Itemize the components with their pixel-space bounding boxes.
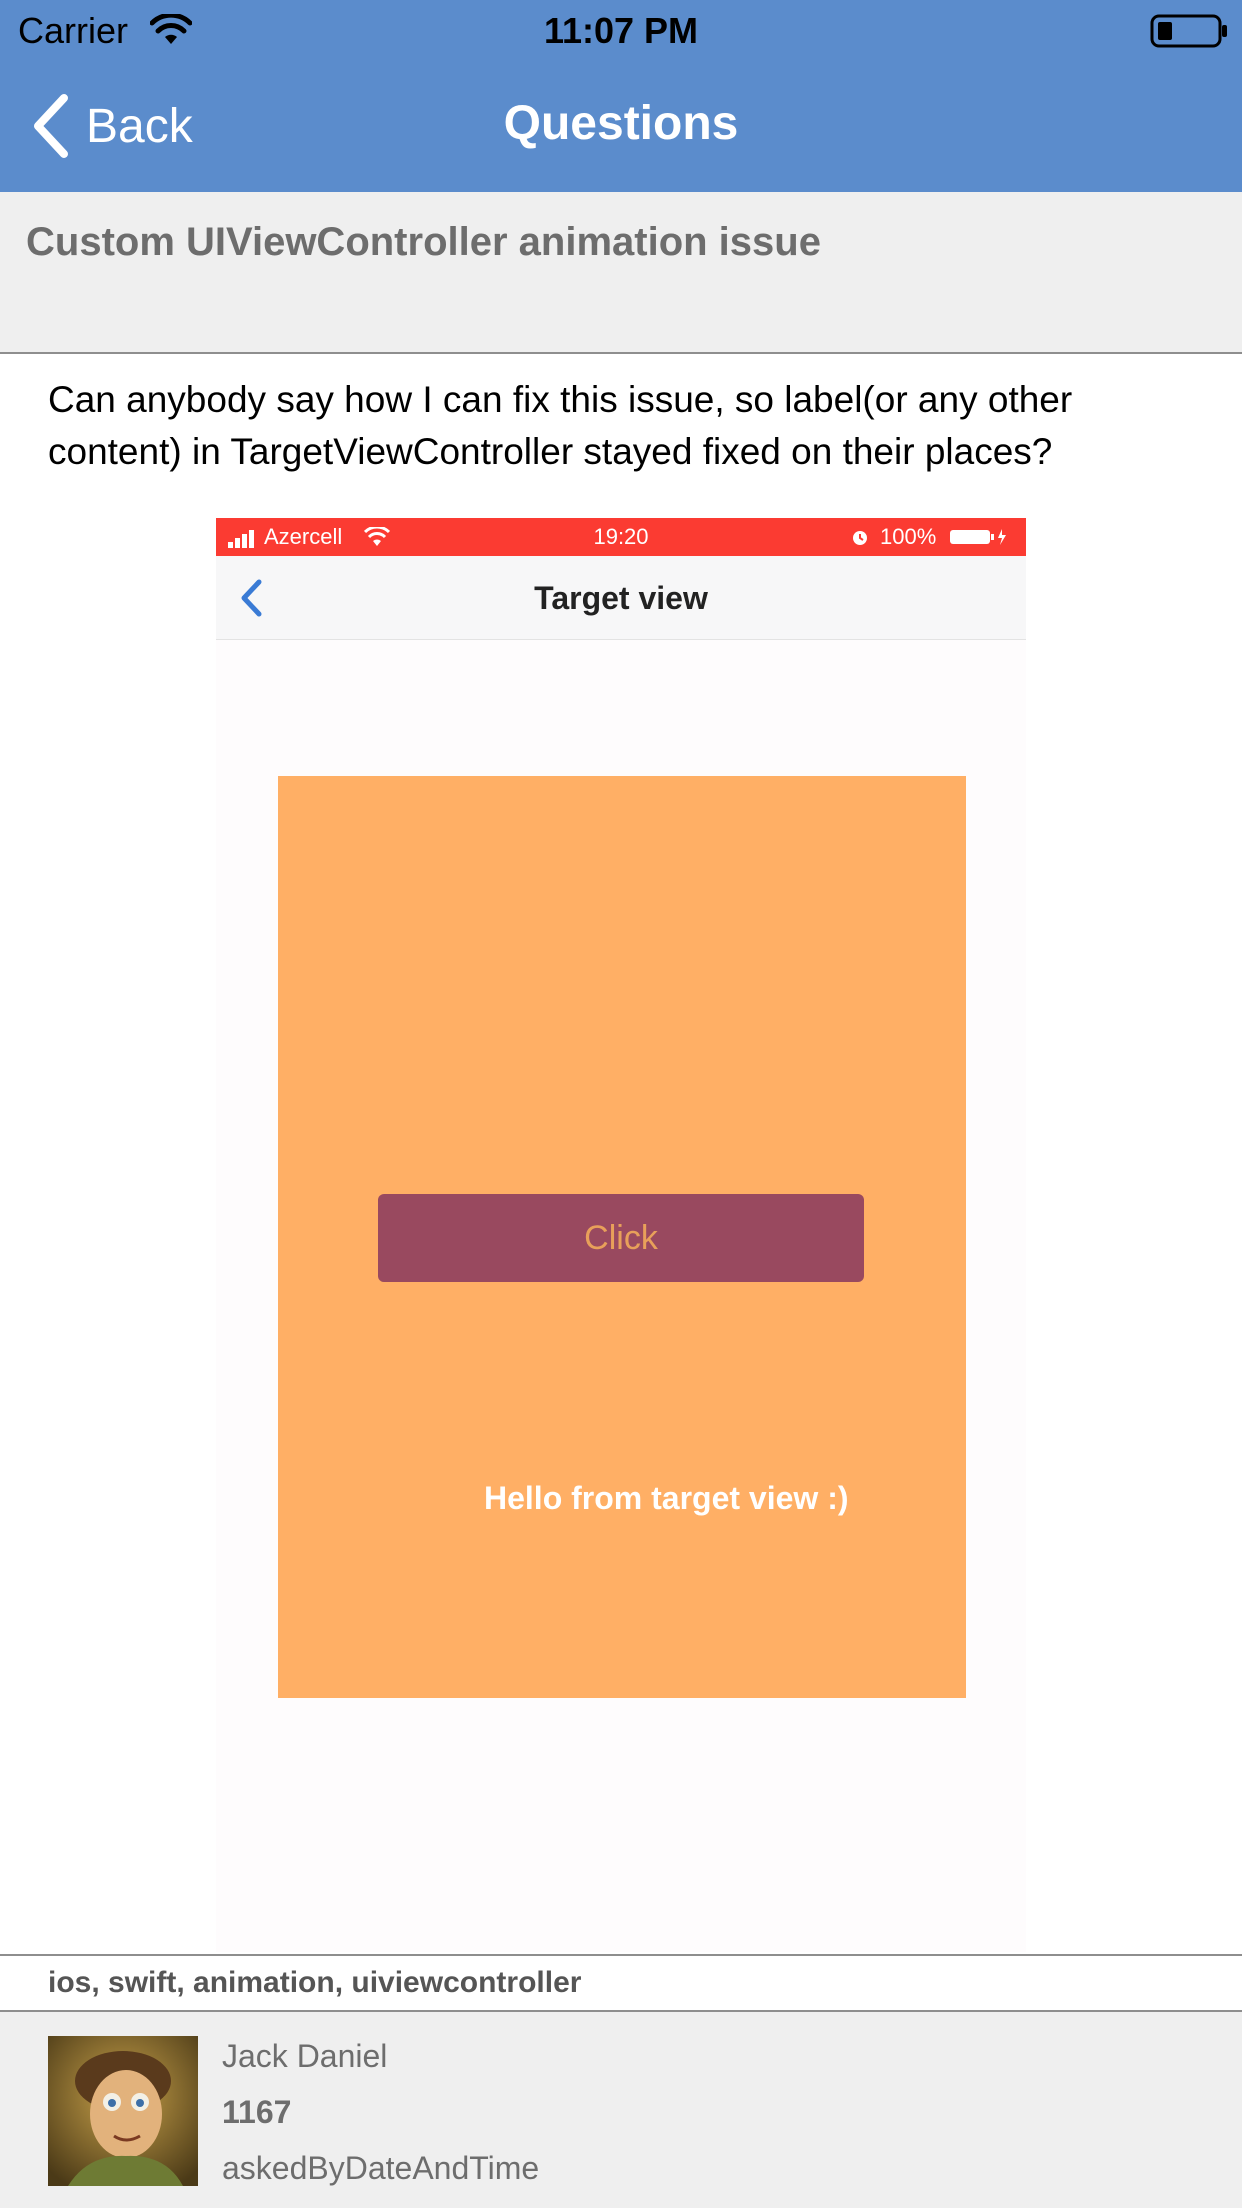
question-tags: ios, swift, animation, uiviewcontroller bbox=[48, 1966, 582, 1999]
embedded-orange-panel: Click Hello from target view :) bbox=[278, 776, 966, 1698]
status-time: 11:07 PM bbox=[543, 10, 699, 51]
embedded-hello-label: Hello from target view :) bbox=[484, 1480, 849, 1516]
question-title: Custom UIViewController animation issue bbox=[26, 220, 821, 264]
avatar-image bbox=[48, 2036, 198, 2186]
question-image: Azercell 19:20 100% Target view Click He… bbox=[216, 518, 1026, 1952]
battery-icon bbox=[1150, 14, 1227, 48]
embedded-title: Target view bbox=[534, 580, 708, 616]
asked-date: askedByDateAndTime bbox=[222, 2150, 540, 2186]
author-name[interactable]: Jack Daniel bbox=[222, 2038, 387, 2075]
alarm-icon bbox=[853, 531, 867, 545]
embedded-battery-icon bbox=[950, 529, 1006, 545]
embedded-click-button: Click bbox=[378, 1194, 864, 1282]
page-title: Questions bbox=[503, 97, 739, 150]
navigation-bar: Carrier 11:07 PM Back Questions bbox=[0, 0, 1242, 192]
embedded-battery-percent: 100% bbox=[880, 524, 937, 549]
embedded-status-bar: Azercell 19:20 100% bbox=[216, 518, 1026, 556]
question-body: Can anybody say how I can fix this issue… bbox=[48, 379, 1073, 472]
author-reputation: 1167 bbox=[222, 2094, 292, 2130]
question-title-section: Custom UIViewController animation issue bbox=[0, 192, 1242, 354]
tags-row: ios, swift, animation, uiviewcontroller bbox=[0, 1954, 1242, 2012]
embedded-nav-bar: Target view bbox=[216, 556, 1026, 640]
avatar[interactable] bbox=[48, 2036, 198, 2186]
author-section: Jack Daniel 1167 askedByDateAndTime bbox=[0, 2012, 1242, 2208]
